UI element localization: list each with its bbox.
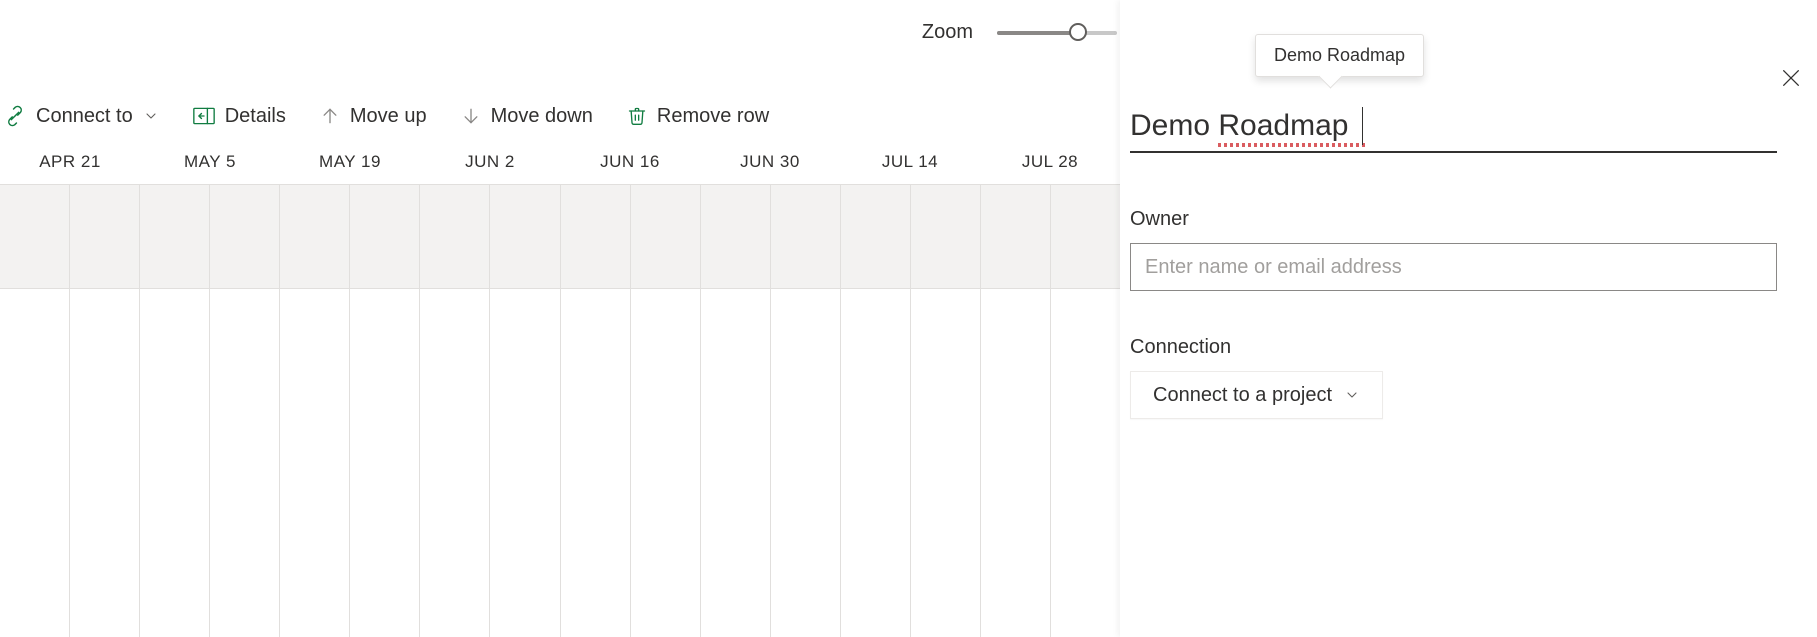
grid-line (420, 184, 490, 637)
move-down-button[interactable]: Move down (461, 105, 593, 128)
timeline-col-label: JUL 14 (840, 148, 980, 184)
grid-line (561, 184, 631, 637)
zoom-slider-thumb[interactable] (1069, 23, 1087, 41)
remove-row-label: Remove row (657, 105, 769, 128)
remove-row-button[interactable]: Remove row (627, 105, 769, 128)
grid-line (350, 184, 420, 637)
timeline-grid (0, 184, 1120, 637)
grid-line (701, 184, 771, 637)
timeline-col-label: APR 21 (0, 148, 140, 184)
title-field (1120, 105, 1777, 153)
grid-line (1051, 184, 1120, 637)
timeline-col-label: MAY 19 (280, 148, 420, 184)
move-down-label: Move down (491, 105, 593, 128)
details-panel-icon (193, 107, 215, 125)
grid-line (841, 184, 911, 637)
close-icon (1780, 67, 1802, 89)
plug-icon (4, 105, 26, 127)
chevron-down-icon (143, 108, 159, 124)
connect-to-label: Connect to (36, 105, 133, 128)
row-details-panel: Demo Roadmap Owner Connection Connect to… (1120, 0, 1817, 637)
connect-to-project-button[interactable]: Connect to a project (1130, 371, 1383, 419)
grid-line (140, 184, 210, 637)
details-label: Details (225, 105, 286, 128)
timeline-col-label: JUN 2 (420, 148, 560, 184)
timeline-col-label: JUL 28 (980, 148, 1120, 184)
timeline-header: APR 21 MAY 5 MAY 19 JUN 2 JUN 16 JUN 30 … (0, 148, 1120, 184)
grid-line (210, 184, 280, 637)
arrow-down-icon (461, 106, 481, 126)
owner-input[interactable] (1130, 243, 1777, 291)
title-tooltip: Demo Roadmap (1255, 34, 1424, 77)
owner-label: Owner (1130, 208, 1777, 231)
grid-line (490, 184, 560, 637)
grid-line (631, 184, 701, 637)
grid-line (981, 184, 1051, 637)
zoom-slider[interactable] (997, 22, 1117, 42)
app-root: Zoom Connect to (0, 0, 1817, 637)
zoom-label: Zoom (922, 21, 973, 44)
grid-line (771, 184, 841, 637)
arrow-up-icon (320, 106, 340, 126)
owner-field: Owner (1130, 208, 1777, 291)
move-up-label: Move up (350, 105, 427, 128)
chevron-down-icon (1344, 387, 1360, 403)
connection-field: Connection Connect to a project (1130, 336, 1777, 419)
zoom-slider-fill (997, 31, 1077, 35)
trash-icon (627, 106, 647, 126)
roadmap-title-input[interactable] (1130, 105, 1777, 153)
grid-line (0, 184, 70, 637)
grid-line (280, 184, 350, 637)
timeline-col-label: JUN 30 (700, 148, 840, 184)
details-button[interactable]: Details (193, 105, 286, 128)
connect-to-project-label: Connect to a project (1153, 384, 1332, 407)
close-panel-button[interactable] (1771, 58, 1811, 98)
grid-line (70, 184, 140, 637)
row-toolbar: Connect to Details (0, 95, 769, 137)
connection-label: Connection (1130, 336, 1777, 359)
connect-to-button[interactable]: Connect to (4, 105, 159, 128)
timeline-col-label: MAY 5 (140, 148, 280, 184)
timeline-body (0, 184, 1120, 637)
grid-line (911, 184, 981, 637)
timeline-col-label: JUN 16 (560, 148, 700, 184)
move-up-button[interactable]: Move up (320, 105, 427, 128)
title-tooltip-text: Demo Roadmap (1274, 45, 1405, 65)
